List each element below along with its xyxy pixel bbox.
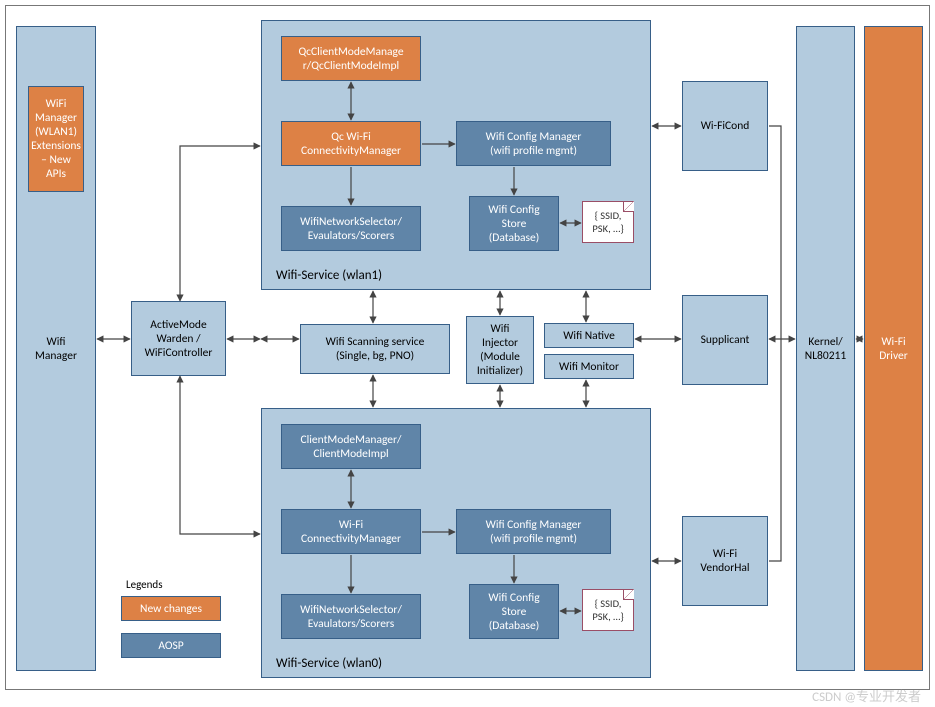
wlan1-ssid-label: { SSID,PSK, …} (592, 209, 623, 235)
driver-label: Wi-FiDriver (879, 335, 908, 363)
wlan0-cfgstore-box: Wifi ConfigStore(Database) (469, 584, 559, 639)
legend-title: Legends (126, 578, 163, 591)
watermark-text: CSDN @专业开发者 (812, 686, 921, 705)
wlan1-cfgmgr-box: Wifi Config Manager(wifi profile mgmt) (456, 121, 611, 166)
monitor-box: Wifi Monitor (544, 354, 634, 379)
wlan0-cfgmgr-box: Wifi Config Manager(wifi profile mgmt) (456, 509, 611, 554)
qc-client-mode-box: QcClientModeManager/QcClientModeImpl (281, 36, 421, 81)
wlan1-cfgstore-box: Wifi ConfigStore(Database) (469, 196, 559, 251)
wlan0-selector-label: WifiNetworkSelector/Evaulators/Scorers (300, 603, 402, 631)
kernel-label: Kernel/NL80211 (805, 335, 846, 363)
qc-client-mode-label: QcClientModeManager/QcClientModeImpl (298, 45, 403, 73)
driver-column: Wi-FiDriver (864, 26, 923, 671)
qc-conn-mgr-box: Qc Wi-FiConnectivityManager (281, 121, 421, 166)
legend-aosp-label: AOSP (158, 639, 183, 653)
wlan1-cfgmgr-label: Wifi Config Manager(wifi profile mgmt) (486, 130, 582, 158)
supplicant-label: Supplicant (701, 333, 750, 347)
wlan1-cfgstore-label: Wifi ConfigStore(Database) (488, 203, 539, 245)
native-box: Wifi Native (544, 323, 634, 348)
wlan1-selector-label: WifiNetworkSelector/Evaulators/Scorers (300, 215, 402, 243)
legend-aosp-box: AOSP (121, 633, 221, 658)
active-mode-label: ActiveModeWarden /WiFiController (145, 318, 213, 360)
client-mode-box: ClientModeManager/ClientModeImpl (281, 424, 421, 469)
wlan1-ssid-doc: { SSID,PSK, …} (582, 201, 634, 243)
legend-new-box: New changes (121, 596, 221, 621)
wifi-manager-label: WifiManager (35, 335, 77, 363)
wlan0-ssid-label: { SSID,PSK, …} (592, 597, 623, 623)
client-mode-label: ClientModeManager/ClientModeImpl (301, 433, 402, 461)
conn-mgr-label: Wi-FiConnectivityManager (301, 518, 401, 546)
native-label: Wifi Native (563, 329, 615, 343)
scanning-label: Wifi Scanning service(Single, bg, PNO) (326, 335, 425, 363)
diagram-frame: WifiManager WiFiManager(WLAN1)Extensions… (5, 5, 930, 690)
vendorhal-label: Wi-FiVendorHal (700, 547, 749, 575)
active-mode-box: ActiveModeWarden /WiFiController (131, 301, 226, 376)
wificond-box: Wi-FiCond (682, 81, 768, 171)
wlan0-cfgstore-label: Wifi ConfigStore(Database) (488, 591, 539, 633)
wlan0-cfgmgr-label: Wifi Config Manager(wifi profile mgmt) (486, 518, 582, 546)
kernel-column: Kernel/NL80211 (796, 26, 855, 671)
scanning-box: Wifi Scanning service(Single, bg, PNO) (300, 324, 450, 374)
vendorhal-box: Wi-FiVendorHal (682, 516, 768, 606)
conn-mgr-box: Wi-FiConnectivityManager (281, 509, 421, 554)
monitor-label: Wifi Monitor (559, 360, 619, 374)
wlan0-selector-box: WifiNetworkSelector/Evaulators/Scorers (281, 594, 421, 639)
wlan1-selector-box: WifiNetworkSelector/Evaulators/Scorers (281, 206, 421, 251)
wificond-label: Wi-FiCond (701, 119, 750, 133)
qc-conn-mgr-label: Qc Wi-FiConnectivityManager (301, 130, 401, 158)
injector-box: WifiInjector(ModuleInitializer) (466, 316, 534, 384)
legend-new-label: New changes (140, 602, 202, 616)
wlan0-label: Wifi-Service (wlan0) (276, 656, 382, 671)
wlan1-label: Wifi-Service (wlan1) (276, 268, 382, 283)
wlan0-ssid-doc: { SSID,PSK, …} (582, 589, 634, 631)
wifi-manager-ext-label: WiFiManager(WLAN1)Extensions– New APIs (31, 97, 81, 181)
injector-label: WifiInjector(ModuleInitializer) (477, 322, 523, 378)
supplicant-box: Supplicant (682, 295, 768, 385)
wifi-manager-ext-box: WiFiManager(WLAN1)Extensions– New APIs (28, 86, 84, 192)
